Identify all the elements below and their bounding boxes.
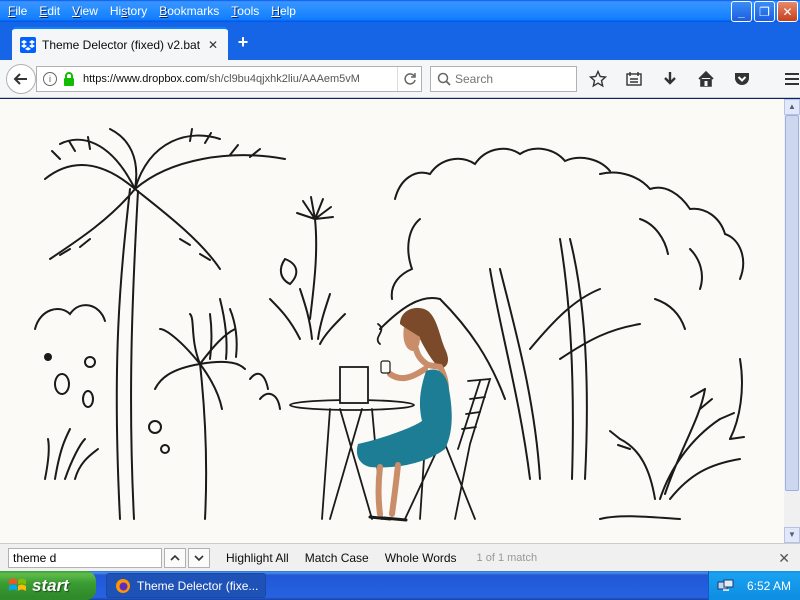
- window-controls: _ ❐ ✕: [731, 1, 798, 22]
- find-input[interactable]: [8, 547, 162, 568]
- tab-strip: Theme Delector (fixed) v2.bat ✕ +: [0, 22, 800, 60]
- windows-flag-icon: [9, 578, 26, 591]
- scrollbar-thumb[interactable]: [785, 115, 799, 491]
- back-button[interactable]: [6, 64, 36, 94]
- chevron-up-icon: [170, 554, 180, 561]
- close-findbar-icon[interactable]: ✕: [778, 550, 790, 567]
- menu-file[interactable]: File: [2, 4, 33, 18]
- menu-bookmarks-label: ookmarks: [167, 4, 220, 18]
- menu-bookmarks[interactable]: Bookmarks: [153, 4, 225, 18]
- vertical-scrollbar[interactable]: ▲ ▼: [784, 99, 800, 543]
- menu-help[interactable]: Help: [265, 4, 302, 18]
- taskbar: start Theme Delector (fixe... 6:52 AM: [0, 571, 800, 600]
- url-text[interactable]: https://www.dropbox.com/sh/cl9bu4qjxhk2l…: [83, 73, 397, 85]
- bookmark-star-icon[interactable]: [584, 66, 612, 92]
- menu-history-prefix: Hi: [109, 4, 122, 18]
- menu-file-label: ile: [15, 4, 28, 18]
- menu-tools[interactable]: Tools: [225, 4, 265, 18]
- menu-edit-label: dit: [47, 4, 61, 18]
- close-window-button[interactable]: ✕: [777, 1, 798, 22]
- system-tray: 6:52 AM: [708, 571, 800, 600]
- tab-theme-delector[interactable]: Theme Delector (fixed) v2.bat ✕: [12, 27, 228, 60]
- url-bar[interactable]: i https://www.dropbox.com/sh/cl9bu4qjxhk…: [36, 66, 422, 92]
- reload-icon[interactable]: [397, 67, 421, 91]
- info-icon[interactable]: i: [43, 72, 57, 86]
- toolbar-icons: [584, 66, 800, 92]
- taskbar-firefox-window[interactable]: Theme Delector (fixe...: [106, 573, 266, 598]
- highlight-all-toggle[interactable]: Highlight All: [226, 551, 289, 565]
- find-next-button[interactable]: [188, 547, 210, 568]
- url-path: /sh/cl9bu4qjxhk2liu/AAAem5vM: [205, 73, 360, 85]
- pocket-icon[interactable]: [728, 66, 756, 92]
- search-bar[interactable]: [430, 66, 577, 92]
- minimize-button[interactable]: _: [731, 1, 752, 22]
- tab-title: Theme Delector (fixed) v2.bat: [42, 37, 201, 52]
- new-tab-button[interactable]: +: [232, 31, 254, 53]
- search-icon: [437, 72, 451, 86]
- menu-edit[interactable]: Edit: [33, 4, 66, 18]
- find-previous-button[interactable]: [164, 547, 186, 568]
- menu-history-label: tory: [127, 4, 148, 18]
- menu-view-label: iew: [79, 4, 98, 18]
- menu-tools-label: ools: [237, 4, 260, 18]
- network-icon[interactable]: [717, 578, 735, 594]
- find-status: 1 of 1 match: [476, 551, 538, 564]
- maximize-button[interactable]: ❐: [754, 1, 775, 22]
- navigation-toolbar: i https://www.dropbox.com/sh/cl9bu4qjxhk…: [0, 60, 800, 98]
- tab-close-icon[interactable]: ✕: [206, 38, 220, 52]
- url-host: https://www.dropbox.com: [83, 73, 206, 85]
- download-icon[interactable]: [656, 66, 684, 92]
- find-bar: Highlight All Match Case Whole Words 1 o…: [0, 543, 800, 571]
- match-case-toggle[interactable]: Match Case: [305, 551, 369, 565]
- menu-history[interactable]: History: [104, 4, 153, 18]
- page-content: [0, 99, 784, 543]
- menu-bar: File Edit View History Bookmarks Tools H…: [0, 0, 302, 22]
- menu-help-label: elp: [279, 4, 296, 18]
- chevron-down-icon: [194, 554, 204, 561]
- start-button[interactable]: start: [0, 571, 96, 600]
- task-title: Theme Delector (fixe...: [137, 578, 259, 593]
- scroll-down-arrow-icon[interactable]: ▼: [784, 527, 800, 543]
- start-label: start: [32, 575, 69, 595]
- clock: 6:52 AM: [747, 578, 792, 593]
- scroll-up-arrow-icon[interactable]: ▲: [784, 99, 800, 115]
- title-bar: File Edit View History Bookmarks Tools H…: [0, 0, 800, 22]
- illustration-woman-at-cafe-table: [34, 128, 745, 522]
- home-icon[interactable]: [692, 66, 720, 92]
- lock-icon[interactable]: [63, 72, 75, 86]
- hamburger-menu-icon[interactable]: [778, 66, 800, 92]
- search-input[interactable]: [455, 72, 565, 86]
- whole-words-toggle[interactable]: Whole Words: [385, 551, 457, 565]
- reading-list-icon[interactable]: [620, 66, 648, 92]
- firefox-icon: [116, 578, 130, 593]
- back-arrow-icon: [13, 73, 27, 85]
- dropbox-icon: [20, 36, 36, 53]
- menu-view[interactable]: View: [66, 4, 104, 18]
